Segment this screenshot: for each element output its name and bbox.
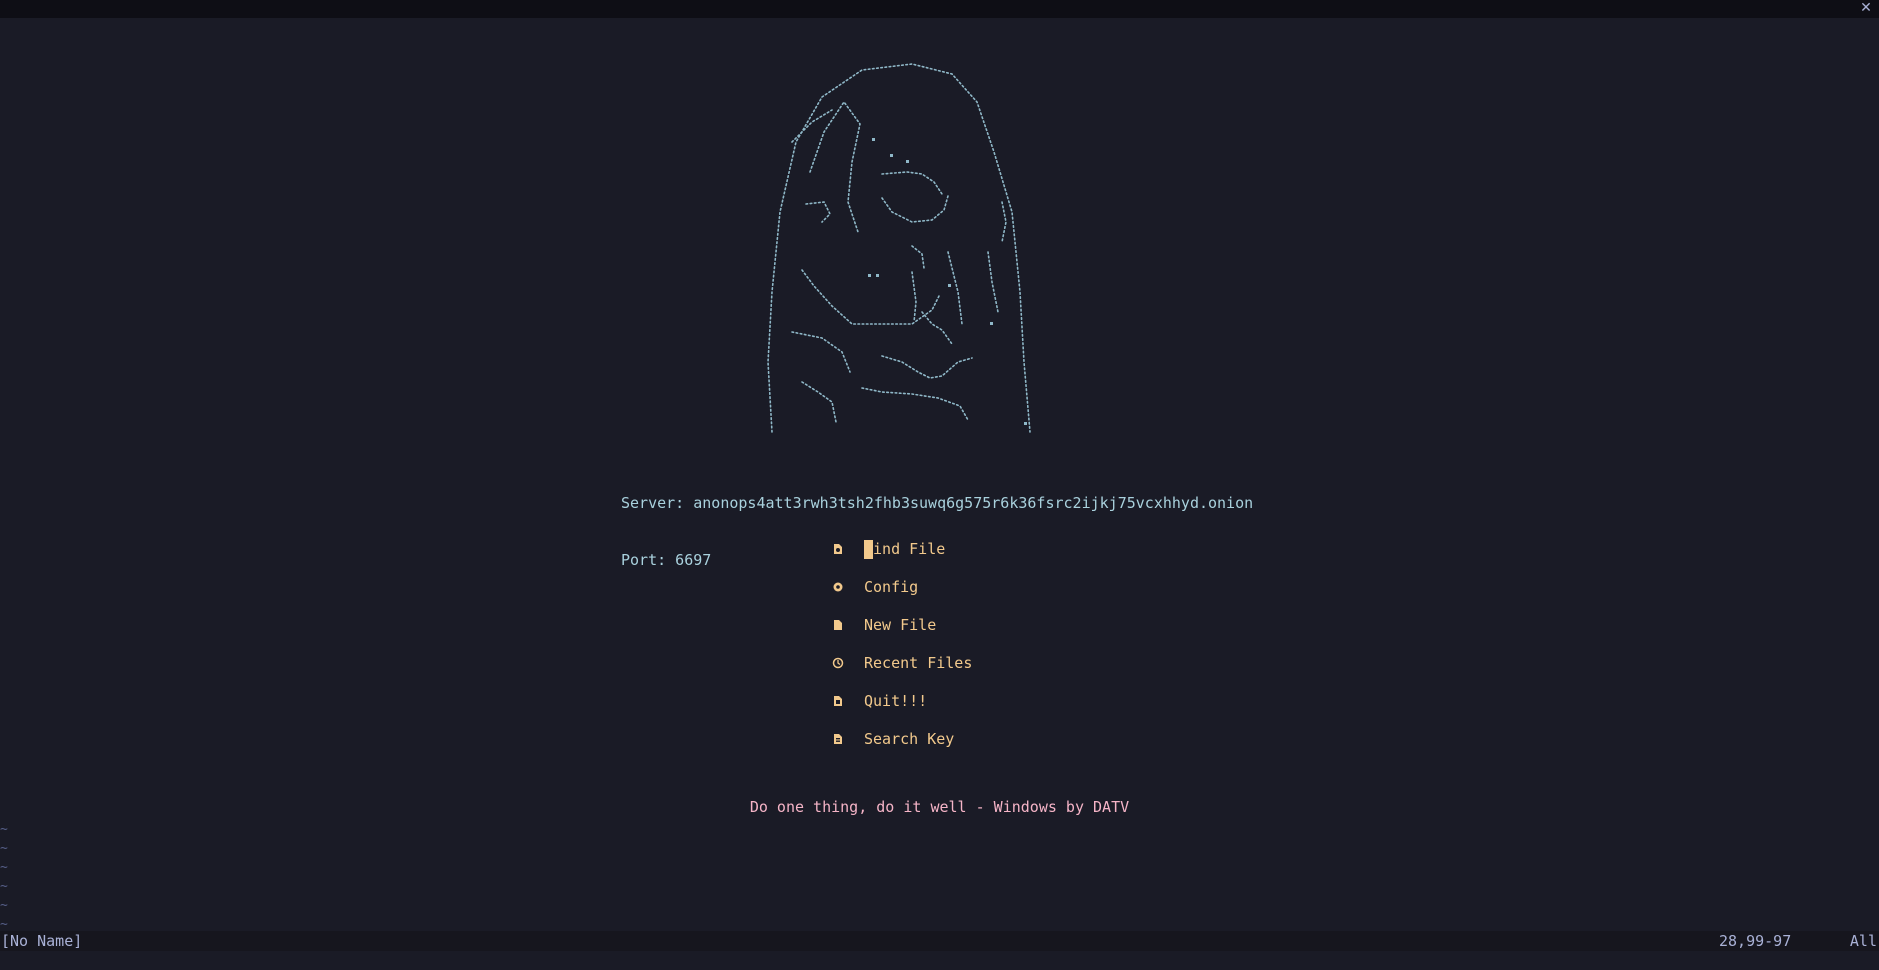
menu-item-recent-files[interactable]: Recent Files [832, 644, 972, 682]
new-file-icon [832, 606, 864, 644]
menu-item-label: New File [864, 615, 937, 634]
tilde-line: ~ [0, 841, 8, 856]
dashboard-menu: Find File Config New File Recent Files Q… [832, 530, 972, 758]
cursor-position: 28,99-97 [1719, 932, 1792, 950]
dashboard-footer: Do one thing, do it well - Windows by DA… [749, 798, 1130, 816]
status-line: [No Name] 28,99-97 All [0, 931, 1879, 951]
gear-icon [832, 568, 864, 606]
menu-item-search-key[interactable]: Search Key [832, 720, 972, 758]
scroll-indicator: All [1849, 932, 1877, 950]
buffer-name: [No Name] [1, 932, 83, 950]
menu-item-label: Recent Files [864, 653, 973, 672]
search-key-icon [832, 720, 864, 758]
empty-line-markers: ~ ~ ~ ~ ~ ~ [0, 820, 8, 934]
ascii-art-logo [767, 63, 1031, 433]
tilde-line: ~ [0, 822, 8, 837]
menu-item-quit[interactable]: Quit!!! [832, 682, 972, 720]
menu-item-label: Quit!!! [864, 691, 928, 710]
file-search-icon [832, 530, 864, 568]
menu-item-label: Search Key [864, 729, 955, 748]
close-icon[interactable]: ✕ [1859, 1, 1873, 15]
title-bar: ✕ [0, 0, 1879, 18]
tilde-line: ~ [0, 898, 8, 913]
menu-item-new-file[interactable]: New File [832, 606, 972, 644]
menu-item-find-file[interactable]: Find File [832, 530, 972, 568]
tilde-line: ~ [0, 860, 8, 875]
tilde-line: ~ [0, 879, 8, 894]
menu-item-config[interactable]: Config [832, 568, 972, 606]
menu-item-label: Find File [864, 539, 946, 558]
server-address: Server: anonops4att3rwh3tsh2fhb3suwq6g57… [621, 494, 1254, 512]
neovim-window: ✕ Server: anonops4att3rwh3tsh2fhb3suwq6g… [0, 0, 1879, 970]
text-cursor [864, 540, 873, 559]
quit-icon [832, 682, 864, 720]
menu-item-label: Config [864, 577, 919, 596]
command-line[interactable] [0, 951, 1879, 970]
history-icon [832, 644, 864, 682]
